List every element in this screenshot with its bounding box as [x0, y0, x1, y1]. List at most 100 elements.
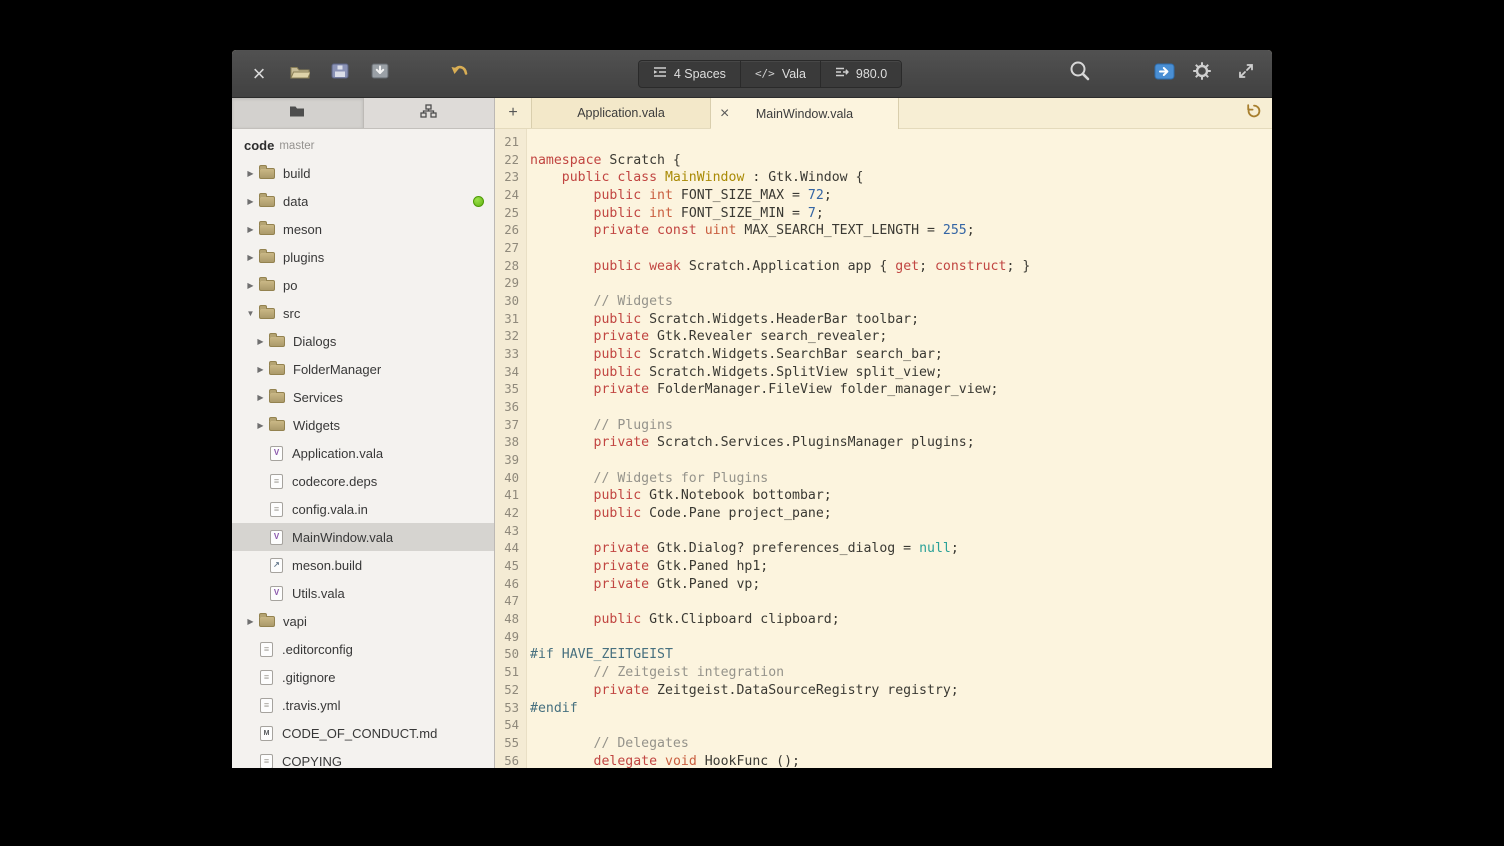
tree-folder-vapi[interactable]: ▶vapi	[232, 607, 494, 635]
code-line-34[interactable]: 34 public Scratch.Widgets.SplitView spli…	[495, 364, 1272, 382]
code-line-55[interactable]: 55 // Delegates	[495, 735, 1272, 753]
code-line-22[interactable]: 22namespace Scratch {	[495, 152, 1272, 170]
line-number: 32	[495, 328, 526, 346]
tree-file-meson.build[interactable]: ↗meson.build	[232, 551, 494, 579]
expander-collapsed-icon[interactable]: ▶	[242, 169, 259, 178]
tab-close-icon[interactable]: ×	[720, 106, 729, 122]
code-line-52[interactable]: 52 private Zeitgeist.DataSourceRegistry …	[495, 682, 1272, 700]
save-as-button[interactable]	[324, 58, 356, 90]
code-line-23[interactable]: 23 public class MainWindow : Gtk.Window …	[495, 169, 1272, 187]
code-line-25[interactable]: 25 public int FONT_SIZE_MIN = 7;	[495, 205, 1272, 223]
expander-collapsed-icon[interactable]: ▶	[252, 393, 269, 402]
code-line-26[interactable]: 26 private const uint MAX_SEARCH_TEXT_LE…	[495, 222, 1272, 240]
code-line-45[interactable]: 45 private Gtk.Paned hp1;	[495, 558, 1272, 576]
code-line-56[interactable]: 56 delegate void HookFunc ();	[495, 753, 1272, 768]
code-line-36[interactable]: 36	[495, 399, 1272, 417]
share-button[interactable]	[1148, 58, 1180, 90]
tree-folder-meson[interactable]: ▶meson	[232, 215, 494, 243]
line-number: 29	[495, 275, 526, 293]
code-text: // Widgets	[526, 293, 673, 311]
code-line-39[interactable]: 39	[495, 452, 1272, 470]
tree-file-codecore.deps[interactable]: ≡codecore.deps	[232, 467, 494, 495]
code-line-47[interactable]: 47	[495, 593, 1272, 611]
tree-file-.travis.yml[interactable]: ≡.travis.yml	[232, 691, 494, 719]
code-lines[interactable]: 2122namespace Scratch {23 public class M…	[495, 129, 1272, 768]
code-line-49[interactable]: 49	[495, 629, 1272, 647]
code-line-46[interactable]: 46 private Gtk.Paned vp;	[495, 576, 1272, 594]
code-line-37[interactable]: 37 // Plugins	[495, 417, 1272, 435]
tree-file-mainwindow.vala[interactable]: VMainWindow.vala	[232, 523, 494, 551]
expander-collapsed-icon[interactable]: ▶	[242, 281, 259, 290]
tree-folder-data[interactable]: ▶data	[232, 187, 494, 215]
undo-button[interactable]	[444, 58, 476, 90]
code-line-27[interactable]: 27	[495, 240, 1272, 258]
code-line-31[interactable]: 31 public Scratch.Widgets.HeaderBar tool…	[495, 311, 1272, 329]
history-button[interactable]	[1236, 98, 1272, 128]
code-line-51[interactable]: 51 // Zeitgeist integration	[495, 664, 1272, 682]
expander-collapsed-icon[interactable]: ▶	[242, 253, 259, 262]
tree-folder-foldermanager[interactable]: ▶FolderManager	[232, 355, 494, 383]
indentation-button[interactable]: 4 Spaces	[639, 61, 741, 87]
code-line-50[interactable]: 50#if HAVE_ZEITGEIST	[495, 646, 1272, 664]
window-close-button[interactable]: ×	[242, 58, 274, 90]
code-line-40[interactable]: 40 // Widgets for Plugins	[495, 470, 1272, 488]
expander-collapsed-icon[interactable]: ▶	[242, 617, 259, 626]
file-tree: ▶build▶data▶meson▶plugins▶po▼src▶Dialogs…	[232, 159, 494, 768]
code-line-35[interactable]: 35 private FolderManager.FileView folder…	[495, 381, 1272, 399]
code-line-29[interactable]: 29	[495, 275, 1272, 293]
code-line-54[interactable]: 54	[495, 717, 1272, 735]
language-button[interactable]: </> Vala	[741, 61, 821, 87]
code-line-53[interactable]: 53#endif	[495, 700, 1272, 718]
code-line-38[interactable]: 38 private Scratch.Services.PluginsManag…	[495, 434, 1272, 452]
search-icon	[1069, 60, 1091, 87]
tree-item-label: CODE_OF_CONDUCT.md	[282, 726, 437, 741]
tree-folder-po[interactable]: ▶po	[232, 271, 494, 299]
tree-folder-dialogs[interactable]: ▶Dialogs	[232, 327, 494, 355]
code-line-48[interactable]: 48 public Gtk.Clipboard clipboard;	[495, 611, 1272, 629]
tree-file-utils.vala[interactable]: VUtils.vala	[232, 579, 494, 607]
code-line-44[interactable]: 44 private Gtk.Dialog? preferences_dialo…	[495, 540, 1272, 558]
code-line-41[interactable]: 41 public Gtk.Notebook bottombar;	[495, 487, 1272, 505]
tree-file-application.vala[interactable]: VApplication.vala	[232, 439, 494, 467]
fullscreen-button[interactable]	[1230, 58, 1262, 90]
open-file-button[interactable]	[284, 58, 316, 90]
goto-line-button[interactable]: 980.0	[821, 61, 901, 87]
line-number: 34	[495, 364, 526, 382]
expander-collapsed-icon[interactable]: ▶	[242, 225, 259, 234]
code-line-30[interactable]: 30 // Widgets	[495, 293, 1272, 311]
tree-folder-widgets[interactable]: ▶Widgets	[232, 411, 494, 439]
tree-folder-services[interactable]: ▶Services	[232, 383, 494, 411]
sidebar-tab-outline[interactable]	[363, 98, 495, 128]
expander-collapsed-icon[interactable]: ▶	[252, 421, 269, 430]
tree-folder-src[interactable]: ▼src	[232, 299, 494, 327]
expander-expanded-icon[interactable]: ▼	[242, 309, 259, 318]
expander-collapsed-icon[interactable]: ▶	[242, 197, 259, 206]
expander-collapsed-icon[interactable]: ▶	[252, 337, 269, 346]
code-text: #if HAVE_ZEITGEIST	[526, 646, 673, 664]
tree-file-.gitignore[interactable]: ≡.gitignore	[232, 663, 494, 691]
tab-application-vala[interactable]: Application.vala	[531, 98, 711, 128]
new-tab-button[interactable]: +	[495, 98, 531, 128]
line-number: 52	[495, 682, 526, 700]
save-button[interactable]	[364, 58, 396, 90]
code-line-28[interactable]: 28 public weak Scratch.Application app {…	[495, 258, 1272, 276]
tree-folder-build[interactable]: ▶build	[232, 159, 494, 187]
tab-mainwindow-vala[interactable]: × MainWindow.vala	[711, 98, 899, 129]
code-line-33[interactable]: 33 public Scratch.Widgets.SearchBar sear…	[495, 346, 1272, 364]
tree-folder-plugins[interactable]: ▶plugins	[232, 243, 494, 271]
tree-file-copying[interactable]: ≡COPYING	[232, 747, 494, 768]
code-text: public Gtk.Clipboard clipboard;	[526, 611, 840, 629]
expander-collapsed-icon[interactable]: ▶	[252, 365, 269, 374]
sidebar-tab-files[interactable]	[232, 98, 363, 128]
project-header[interactable]: code master	[232, 132, 494, 159]
search-button[interactable]	[1064, 58, 1096, 90]
code-line-24[interactable]: 24 public int FONT_SIZE_MAX = 72;	[495, 187, 1272, 205]
tree-file-code_of_conduct.md[interactable]: MCODE_OF_CONDUCT.md	[232, 719, 494, 747]
code-line-21[interactable]: 21	[495, 134, 1272, 152]
tree-file-.editorconfig[interactable]: ≡.editorconfig	[232, 635, 494, 663]
settings-button[interactable]	[1186, 58, 1218, 90]
tree-file-config.vala.in[interactable]: ≡config.vala.in	[232, 495, 494, 523]
code-line-32[interactable]: 32 private Gtk.Revealer search_revealer;	[495, 328, 1272, 346]
code-line-43[interactable]: 43	[495, 523, 1272, 541]
code-line-42[interactable]: 42 public Code.Pane project_pane;	[495, 505, 1272, 523]
